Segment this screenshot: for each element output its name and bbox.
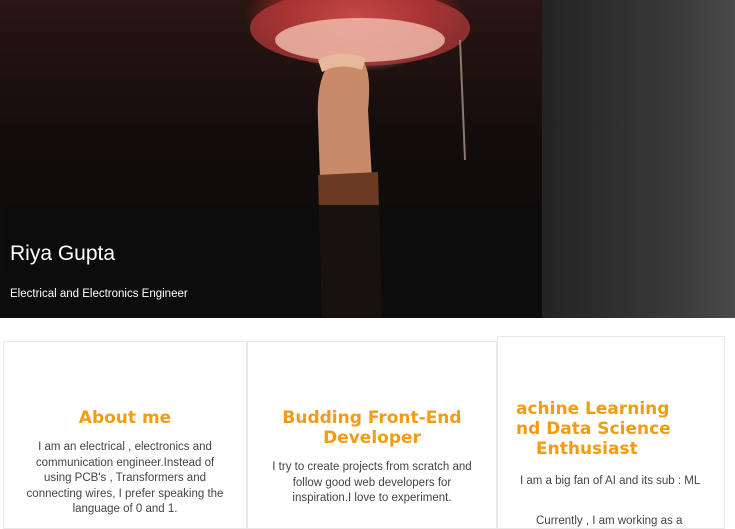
front-end-card: Budding Front-End Developer I try to cre… xyxy=(247,341,497,529)
card-text: I try to create projects from scratch an… xyxy=(272,461,472,504)
hero-subtitle: Electrical and Electronics Engineer xyxy=(10,288,188,300)
card-text: Currently , I am working as a xyxy=(536,515,683,527)
hero-side-shade xyxy=(542,0,735,318)
card-title-line: achine Learning xyxy=(516,399,670,419)
card-title: achine Learning nd Data Science Enthusia… xyxy=(516,399,724,459)
ml-card: achine Learning nd Data Science Enthusia… xyxy=(497,336,725,529)
card-title-line: nd Data Science xyxy=(516,419,671,439)
about-me-card: About me I am an electrical , electronic… xyxy=(3,341,247,529)
cards-row: About me I am an electrical , electronic… xyxy=(3,336,725,529)
card-text: I am an electrical , electronics and com… xyxy=(26,441,224,515)
card-title-line: Enthusiast xyxy=(536,439,638,459)
card-title: Budding Front-End Developer xyxy=(282,408,462,448)
hero-name: Riya Gupta xyxy=(10,242,116,265)
card-title: About me xyxy=(78,408,172,428)
card-text: I am a big fan of AI and its sub : ML xyxy=(520,475,701,487)
hero-banner: Riya Gupta Electrical and Electronics En… xyxy=(0,0,735,318)
